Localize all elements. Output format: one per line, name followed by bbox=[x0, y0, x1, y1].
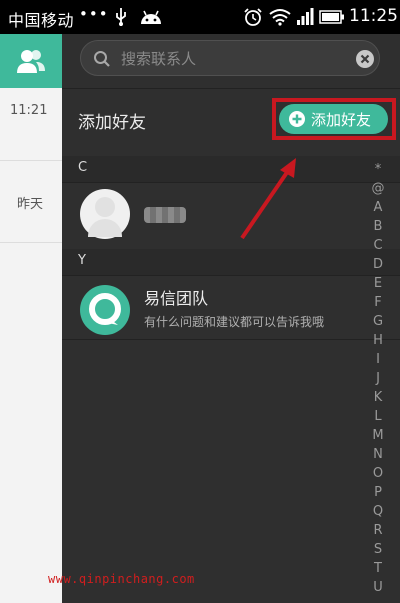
divider bbox=[0, 242, 62, 243]
search-input[interactable] bbox=[121, 48, 341, 70]
index-letter[interactable]: I bbox=[368, 350, 388, 369]
chat-time: 11:21 bbox=[10, 103, 48, 118]
index-letter[interactable]: M bbox=[368, 426, 388, 445]
index-letter[interactable]: K bbox=[368, 388, 388, 407]
carrier-name: 中国移动 bbox=[8, 11, 75, 30]
search-icon bbox=[94, 51, 110, 67]
add-friend-button-label: 添加好友 bbox=[311, 112, 372, 129]
index-letter[interactable]: S bbox=[368, 540, 388, 559]
add-friend-title: 添加好友 bbox=[78, 113, 146, 133]
index-letter[interactable]: T bbox=[368, 559, 388, 578]
index-letter[interactable]: N bbox=[368, 445, 388, 464]
contacts-panel: 添加好友 添加好友 C Y 易信团队 有什么问题和建议都可以告诉我哦 bbox=[62, 34, 400, 603]
section-letter: Y bbox=[78, 253, 86, 268]
index-letter[interactable]: A bbox=[368, 198, 388, 217]
divider bbox=[0, 160, 62, 161]
search-bar[interactable] bbox=[80, 40, 380, 76]
index-letter[interactable]: @ bbox=[368, 179, 388, 198]
index-letter[interactable]: Q bbox=[368, 502, 388, 521]
contacts-tab[interactable] bbox=[0, 34, 62, 88]
alarm-icon bbox=[244, 8, 262, 26]
index-letter[interactable]: G bbox=[368, 312, 388, 331]
index-letter[interactable]: J bbox=[368, 369, 388, 388]
notification-dots: ••• bbox=[79, 5, 109, 23]
index-letter[interactable]: C bbox=[368, 236, 388, 255]
index-letter[interactable]: U bbox=[368, 578, 388, 597]
add-friend-button[interactable]: 添加好友 bbox=[279, 104, 388, 134]
blurred-contact-name bbox=[144, 207, 186, 223]
alphabet-index[interactable]: * @ A B C D E F G H I J K L M N O P Q R S T U bbox=[368, 160, 388, 597]
divider bbox=[62, 339, 400, 340]
contact-row[interactable] bbox=[62, 182, 368, 246]
chat-time: 昨天 bbox=[17, 197, 44, 212]
contact-row[interactable]: 易信团队 有什么问题和建议都可以告诉我哦 bbox=[62, 275, 368, 345]
contact-name: 易信团队 bbox=[144, 289, 209, 308]
section-header: C bbox=[62, 156, 400, 182]
index-letter[interactable]: L bbox=[368, 407, 388, 426]
clear-icon[interactable] bbox=[355, 49, 375, 69]
yixin-logo-avatar bbox=[80, 285, 130, 335]
index-letter[interactable]: P bbox=[368, 483, 388, 502]
section-letter: C bbox=[78, 160, 88, 175]
battery-icon bbox=[319, 10, 344, 24]
background-chat-list: 11:21 昨天 bbox=[0, 34, 62, 603]
index-letter[interactable]: B bbox=[368, 217, 388, 236]
status-bar: 中国移动 ••• 11:25 bbox=[0, 0, 400, 34]
usb-icon bbox=[116, 8, 126, 26]
index-letter[interactable]: O bbox=[368, 464, 388, 483]
section-header: Y bbox=[62, 249, 400, 275]
default-avatar bbox=[80, 189, 130, 239]
index-letter[interactable]: H bbox=[368, 331, 388, 350]
wifi-icon bbox=[269, 9, 291, 26]
clock: 11:25 bbox=[349, 6, 398, 26]
plus-circle-icon bbox=[289, 111, 305, 127]
signal-icon bbox=[297, 8, 314, 25]
watermark: www.qinpinchang.com bbox=[48, 572, 195, 586]
android-icon bbox=[141, 10, 161, 24]
index-letter[interactable]: F bbox=[368, 293, 388, 312]
index-letter[interactable]: * bbox=[368, 160, 388, 179]
yixin-logo-icon bbox=[89, 293, 121, 325]
index-letter[interactable]: R bbox=[368, 521, 388, 540]
index-letter[interactable]: D bbox=[368, 255, 388, 274]
divider bbox=[62, 88, 400, 89]
index-letter[interactable]: E bbox=[368, 274, 388, 293]
contact-subtitle: 有什么问题和建议都可以告诉我哦 bbox=[144, 315, 325, 329]
contacts-icon bbox=[17, 50, 45, 73]
